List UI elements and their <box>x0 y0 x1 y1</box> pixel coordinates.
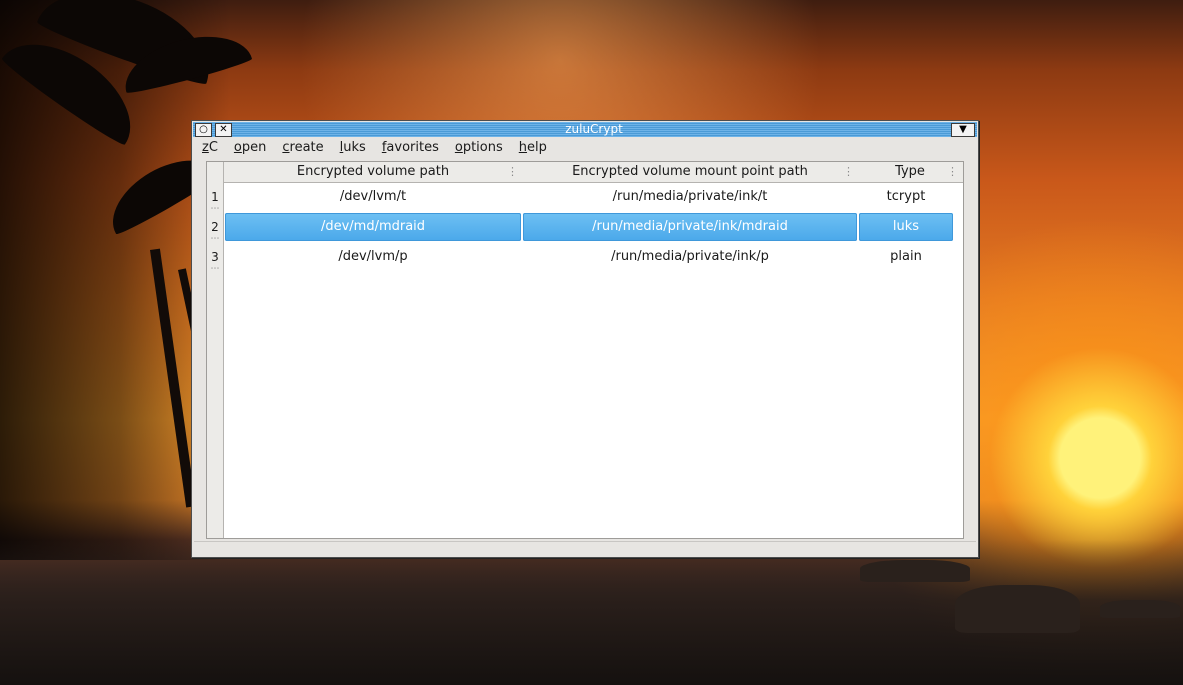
cell-volume-path[interactable]: /dev/lvm/p <box>225 243 521 271</box>
row-resize-handle[interactable]: ⋯ <box>207 234 223 244</box>
cell-type[interactable]: tcrypt <box>859 183 953 211</box>
menu-luks[interactable]: luks <box>332 138 374 158</box>
window-title: zuluCrypt <box>565 122 623 136</box>
column-header-type[interactable]: Type ⋮ <box>858 162 962 182</box>
rock <box>860 560 970 582</box>
column-resize-icon[interactable]: ⋮ <box>843 162 854 182</box>
column-header-mount[interactable]: Encrypted volume mount point path ⋮ <box>522 162 858 182</box>
circle-icon[interactable]: ○ <box>195 123 212 137</box>
cell-volume-path[interactable]: /dev/lvm/t <box>225 183 521 211</box>
column-header: Encrypted volume path ⋮ Encrypted volume … <box>224 162 963 183</box>
row-header: 1 ⋯ 2 ⋯ 3 ⋯ <box>207 162 224 538</box>
column-header-path[interactable]: Encrypted volume path ⋮ <box>224 162 522 182</box>
row-number: 3 <box>211 250 219 264</box>
cell-type[interactable]: luks <box>859 213 953 241</box>
cell-mount-path[interactable]: /run/media/private/ink/mdraid <box>523 213 857 241</box>
menu-options[interactable]: options <box>447 138 511 158</box>
row-number: 2 <box>211 220 219 234</box>
window-footer <box>194 541 976 556</box>
volumes-table[interactable]: 1 ⋯ 2 ⋯ 3 ⋯ Encrypted volume path ⋮ Encry… <box>206 161 964 539</box>
menu-help[interactable]: help <box>511 138 555 158</box>
column-resize-icon[interactable]: ⋮ <box>507 162 518 182</box>
window-titlebar[interactable]: ○ ✕ zuluCrypt ▼ <box>193 122 977 137</box>
zulucrypt-window: ○ ✕ zuluCrypt ▼ zC open create luks favo… <box>191 120 979 558</box>
cell-mount-path[interactable]: /run/media/private/ink/p <box>523 243 857 271</box>
close-icon[interactable]: ✕ <box>215 123 232 137</box>
rock <box>1100 600 1180 618</box>
menu-favorites[interactable]: favorites <box>374 138 447 158</box>
menu-bar: zC open create luks favorites options he… <box>194 138 976 158</box>
dropdown-arrow-icon[interactable]: ▼ <box>951 123 975 137</box>
menu-zc[interactable]: zC <box>194 138 226 158</box>
column-resize-icon[interactable]: ⋮ <box>947 162 958 182</box>
row-resize-handle[interactable]: ⋯ <box>207 204 223 214</box>
row-number: 1 <box>211 190 219 204</box>
menu-create[interactable]: create <box>274 138 331 158</box>
cell-type[interactable]: plain <box>859 243 953 271</box>
row-resize-handle[interactable]: ⋯ <box>207 264 223 274</box>
menu-open[interactable]: open <box>226 138 274 158</box>
cell-volume-path[interactable]: /dev/md/mdraid <box>225 213 521 241</box>
rock <box>955 585 1080 633</box>
cell-mount-path[interactable]: /run/media/private/ink/t <box>523 183 857 211</box>
